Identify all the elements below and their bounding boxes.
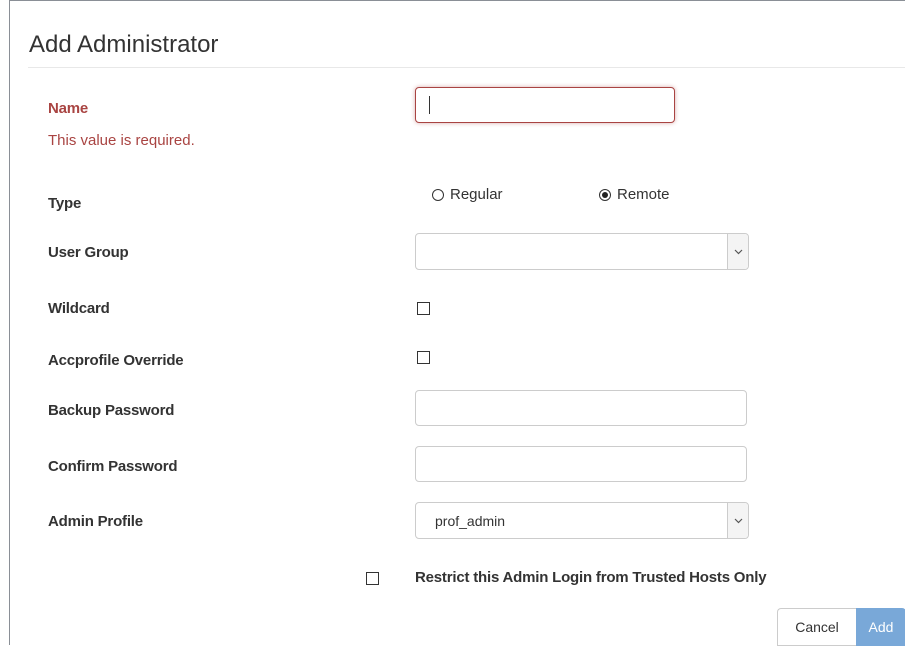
wildcard-checkbox[interactable] — [417, 302, 430, 315]
add-administrator-dialog: Add Administrator Name This value is req… — [9, 0, 905, 646]
confirm-password-label: Confirm Password — [48, 458, 178, 475]
text-cursor — [429, 96, 430, 114]
backup-password-label: Backup Password — [48, 402, 175, 419]
accprofile-override-label: Accprofile Override — [48, 352, 184, 369]
user-group-label: User Group — [48, 244, 129, 261]
name-input[interactable] — [415, 87, 675, 123]
backup-password-input[interactable] — [415, 390, 747, 426]
accprofile-override-checkbox[interactable] — [417, 351, 430, 364]
admin-profile-label: Admin Profile — [48, 513, 143, 530]
title-divider — [28, 67, 905, 68]
radio-checked-icon[interactable] — [599, 188, 611, 201]
name-error-message: This value is required. — [48, 132, 195, 149]
admin-profile-selected-value: prof_admin — [435, 513, 506, 529]
type-label: Type — [48, 195, 82, 212]
type-option-remote-label: Remote — [617, 186, 670, 203]
user-group-select[interactable] — [415, 233, 749, 270]
radio-unchecked-icon[interactable] — [432, 188, 444, 201]
type-option-regular-label: Regular — [450, 186, 503, 203]
restrict-trusted-hosts-checkbox[interactable] — [366, 572, 379, 585]
admin-profile-select[interactable]: prof_admin — [415, 502, 749, 539]
dialog-title: Add Administrator — [29, 31, 219, 58]
chevron-down-icon[interactable] — [727, 503, 748, 538]
wildcard-label: Wildcard — [48, 300, 110, 317]
type-radio-regular[interactable]: Regular — [432, 186, 503, 203]
add-button[interactable]: Add — [856, 608, 905, 646]
chevron-down-icon[interactable] — [727, 234, 748, 269]
type-radio-remote[interactable]: Remote — [599, 186, 670, 203]
restrict-trusted-hosts-label: Restrict this Admin Login from Trusted H… — [415, 569, 767, 586]
confirm-password-input[interactable] — [415, 446, 747, 482]
name-label: Name — [48, 100, 89, 117]
cancel-button[interactable]: Cancel — [777, 608, 856, 646]
